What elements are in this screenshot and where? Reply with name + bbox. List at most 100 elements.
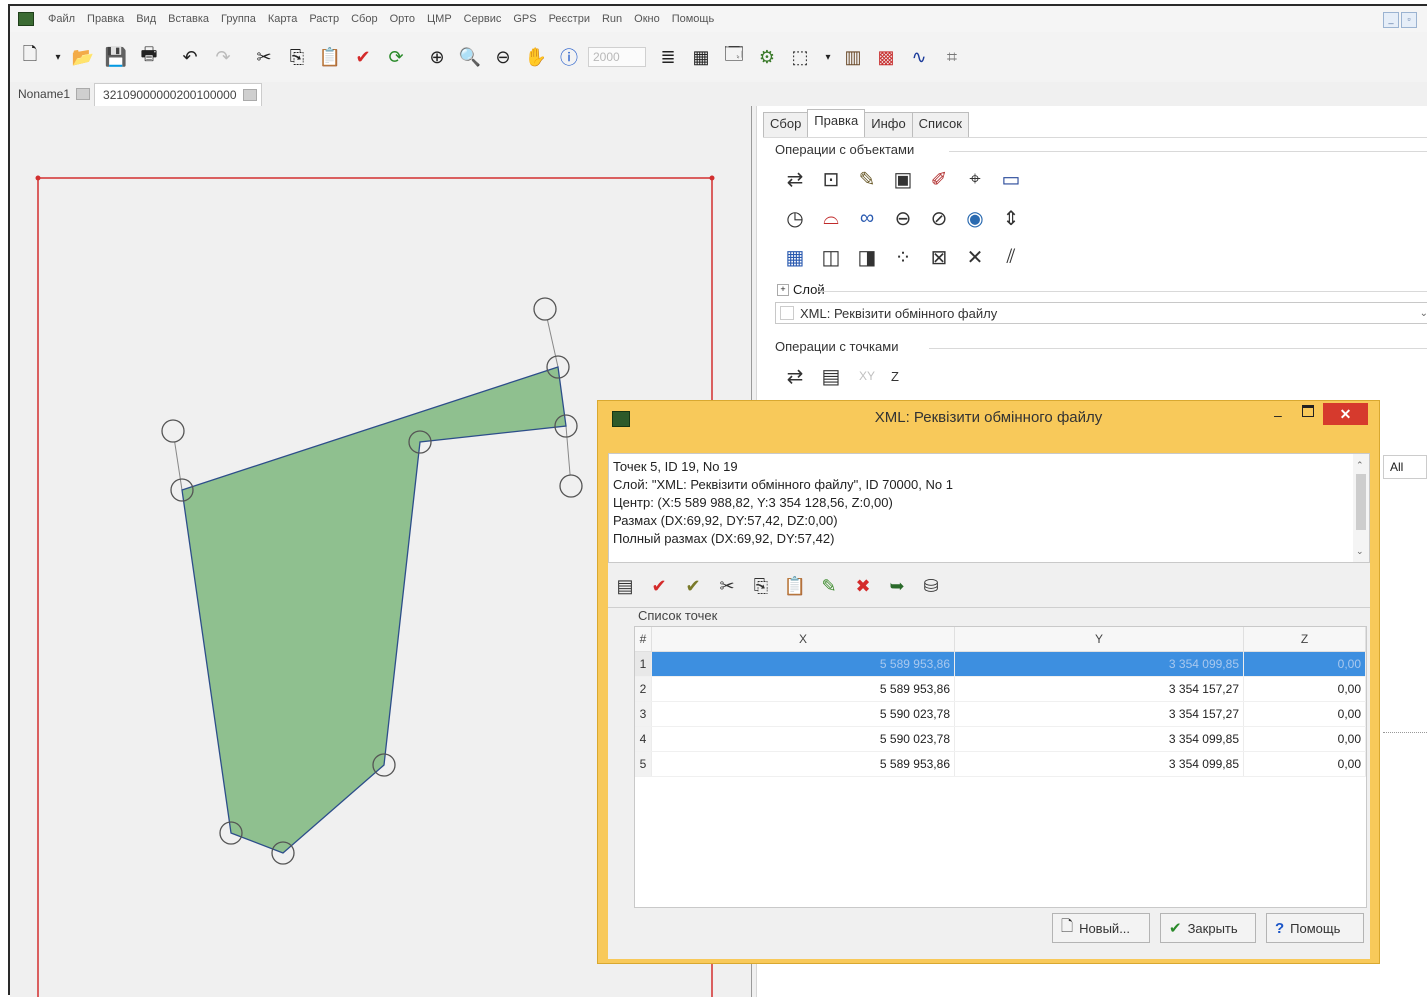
- scatter-icon[interactable]: ⁘: [885, 240, 921, 274]
- check-icon[interactable]: ✔: [349, 43, 377, 71]
- properties-icon[interactable]: 🗔: [720, 43, 748, 71]
- cell-y[interactable]: 3 354 157,27: [954, 701, 1244, 727]
- pan-hand-icon[interactable]: ✋: [522, 43, 550, 71]
- tab-list[interactable]: Список: [911, 112, 969, 137]
- split-icon[interactable]: ⇕: [993, 201, 1029, 235]
- cell-x[interactable]: 5 590 023,78: [651, 726, 955, 752]
- help-button[interactable]: ? Помощь: [1266, 913, 1364, 943]
- pin-icon[interactable]: ✐: [921, 162, 957, 196]
- undo-icon[interactable]: ↶: [176, 43, 204, 71]
- move-points-icon[interactable]: ⇄: [777, 359, 813, 393]
- maximize-button[interactable]: [1302, 405, 1314, 417]
- menu-insert[interactable]: Вставка: [162, 13, 215, 25]
- table-row[interactable]: 5 5 589 953,86 3 354 099,85 0,00: [635, 751, 1366, 777]
- stack-icon[interactable]: ⛁: [914, 571, 948, 601]
- menu-map[interactable]: Карта: [262, 13, 303, 25]
- zoom-in-icon[interactable]: 🔍: [456, 43, 484, 71]
- menu-view[interactable]: Вид: [130, 13, 162, 25]
- menu-group[interactable]: Группа: [215, 13, 262, 25]
- edit-table-icon[interactable]: ▤: [813, 359, 849, 393]
- hatch-icon[interactable]: ⫽: [993, 240, 1029, 274]
- scroll-thumb[interactable]: [1356, 474, 1366, 530]
- mdi-minimize-button[interactable]: _: [1383, 12, 1399, 28]
- menu-window[interactable]: Окно: [628, 13, 666, 25]
- close-button[interactable]: ✕: [1323, 403, 1368, 425]
- menu-ortho[interactable]: Орто: [384, 13, 421, 25]
- new-dropdown-icon[interactable]: ▾: [49, 43, 67, 71]
- square-icon[interactable]: ◫: [813, 240, 849, 274]
- cell-x[interactable]: 5 589 953,86: [651, 651, 955, 677]
- paste-icon[interactable]: 📋: [316, 43, 344, 71]
- tab-edit[interactable]: Правка: [807, 109, 866, 137]
- map-icon[interactable]: ▩: [872, 43, 900, 71]
- scroll-down-icon[interactable]: ⌄: [1356, 542, 1364, 560]
- menu-run[interactable]: Run: [596, 13, 628, 25]
- minimize-button[interactable]: –: [1274, 407, 1282, 423]
- grid-icon[interactable]: ⌗: [938, 43, 966, 71]
- cell-x[interactable]: 5 590 023,78: [651, 701, 955, 727]
- layer-dropdown[interactable]: XML: Реквізити обмінного файлу ⌄: [775, 302, 1427, 324]
- move-icon[interactable]: ⇄: [777, 162, 813, 196]
- open-icon[interactable]: 📂: [69, 43, 97, 71]
- clock-icon[interactable]: ◷: [777, 201, 813, 235]
- column-header-x[interactable]: X: [651, 627, 955, 652]
- print-icon[interactable]: 🖶: [135, 43, 163, 71]
- intersect-icon[interactable]: ⊖: [885, 201, 921, 235]
- menu-service[interactable]: Сервис: [458, 13, 508, 25]
- arc-icon[interactable]: ⌓: [813, 201, 849, 235]
- table-row[interactable]: 1 5 589 953,86 3 354 099,85 0,00: [635, 651, 1366, 677]
- column-header-y[interactable]: Y: [954, 627, 1244, 652]
- menu-help[interactable]: Помощь: [666, 13, 721, 25]
- column-header-z[interactable]: Z: [1243, 627, 1366, 652]
- layers-icon[interactable]: ≣: [654, 43, 682, 71]
- menu-edit[interactable]: Правка: [81, 13, 130, 25]
- curve-icon[interactable]: ∿: [905, 43, 933, 71]
- cell-x[interactable]: 5 589 953,86: [651, 751, 955, 777]
- grid-square-icon[interactable]: ▦: [777, 240, 813, 274]
- tab-close-icon[interactable]: [76, 88, 91, 100]
- info-icon[interactable]: ⓘ: [555, 43, 583, 71]
- cell-x[interactable]: 5 589 953,86: [651, 676, 955, 702]
- cell-z[interactable]: 0,00: [1243, 726, 1366, 752]
- zoom-out-icon[interactable]: ⊖: [489, 43, 517, 71]
- cell-z[interactable]: 0,00: [1243, 676, 1366, 702]
- image-icon[interactable]: ▣: [885, 162, 921, 196]
- dialog-titlebar[interactable]: XML: Реквізити обмінного файлу – ✕: [598, 401, 1379, 435]
- paste-icon[interactable]: 📋: [778, 571, 812, 601]
- layer-checkbox[interactable]: [780, 306, 794, 320]
- pattern-icon[interactable]: ⊠: [921, 240, 957, 274]
- file-icon[interactable]: ◨: [849, 240, 885, 274]
- cell-z[interactable]: 0,00: [1243, 751, 1366, 777]
- select-icon[interactable]: ⬚: [786, 43, 814, 71]
- parcel-polygon[interactable]: [181, 366, 567, 854]
- circle-icon[interactable]: ◉: [957, 201, 993, 235]
- table-row[interactable]: 2 5 589 953,86 3 354 157,27 0,00: [635, 676, 1366, 702]
- cut-icon[interactable]: ✂: [710, 571, 744, 601]
- move-icon[interactable]: ➥: [880, 571, 914, 601]
- line-icon[interactable]: ▭: [993, 162, 1029, 196]
- redo-icon[interactable]: ↷: [209, 43, 237, 71]
- scroll-up-icon[interactable]: ⌃: [1356, 456, 1364, 474]
- mdi-restore-button[interactable]: ▫: [1401, 12, 1417, 28]
- cut-icon[interactable]: ✂: [250, 43, 278, 71]
- copy-icon[interactable]: ⎘: [283, 43, 311, 71]
- table-row[interactable]: 4 5 590 023,78 3 354 099,85 0,00: [635, 726, 1366, 752]
- tab-info[interactable]: Инфо: [864, 112, 913, 137]
- new-icon[interactable]: 🗋: [16, 43, 44, 71]
- column-header-index[interactable]: #: [635, 627, 652, 652]
- cell-z[interactable]: 0,00: [1243, 651, 1366, 677]
- tab-close-icon[interactable]: [242, 88, 257, 101]
- scale-input[interactable]: [588, 47, 646, 67]
- expand-icon[interactable]: +: [777, 283, 789, 296]
- zoom-layer-icon[interactable]: ⊕: [423, 43, 451, 71]
- new-button[interactable]: 🗋 Новый...: [1052, 913, 1150, 943]
- tab-noname1[interactable]: Noname1: [10, 83, 94, 105]
- table-icon[interactable]: ▦: [687, 43, 715, 71]
- select-dropdown-icon[interactable]: ▾: [819, 43, 837, 71]
- save-icon[interactable]: 💾: [102, 43, 130, 71]
- delete-icon[interactable]: ✖: [846, 571, 880, 601]
- raster-icon[interactable]: ▥: [839, 43, 867, 71]
- menu-dem[interactable]: ЦМР: [421, 13, 458, 25]
- menu-raster[interactable]: Растр: [303, 13, 345, 25]
- check-icon[interactable]: ✔: [642, 571, 676, 601]
